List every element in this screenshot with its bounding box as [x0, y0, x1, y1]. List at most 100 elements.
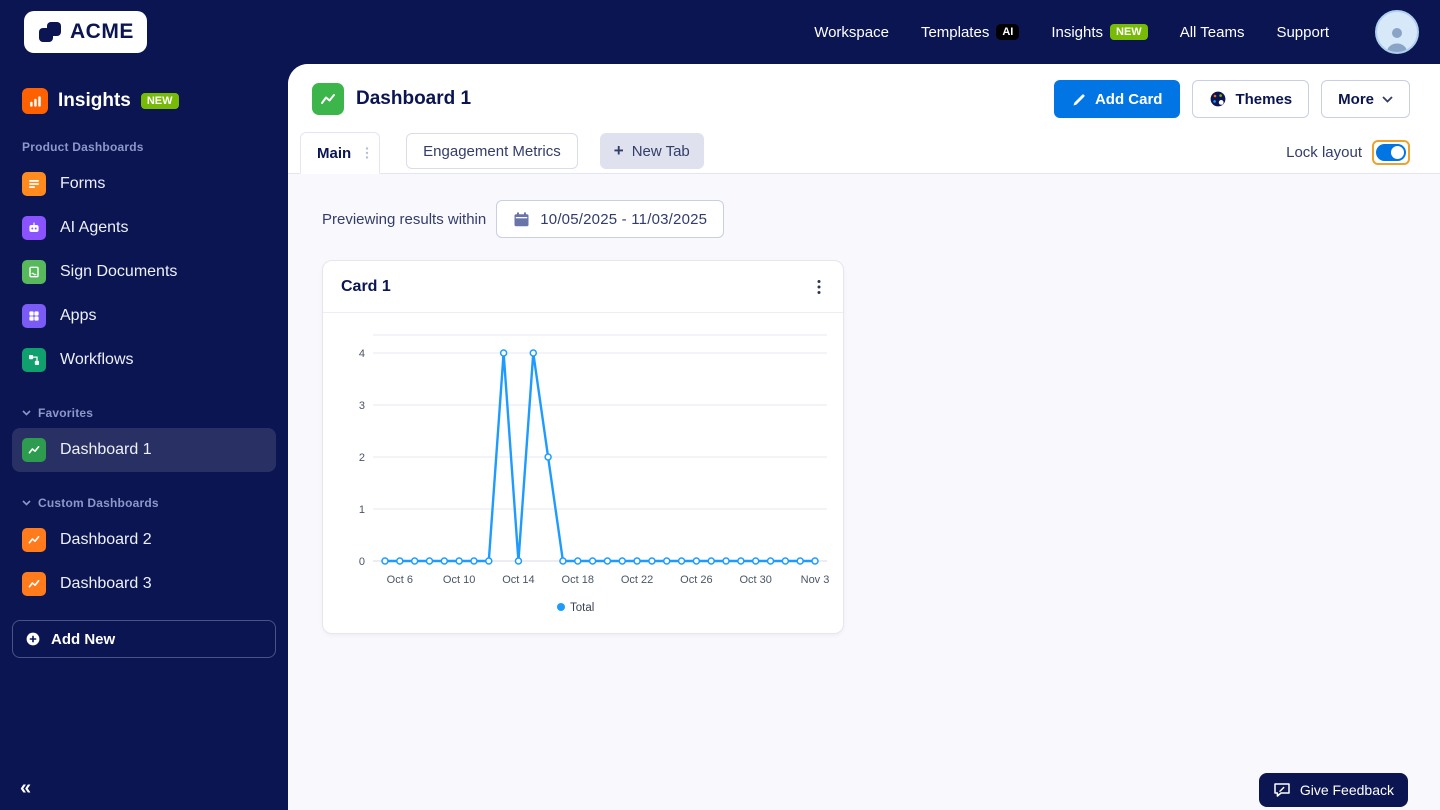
lock-layout-toggle[interactable] — [1376, 144, 1406, 161]
card-1: Card 1 0 1 2 3 4 Oct 6 Oct 10 Oct 14 Oct 18 Oct 2… — [322, 260, 844, 634]
dashboard-icon — [22, 572, 46, 596]
nav-support[interactable]: Support — [1276, 24, 1329, 41]
section-favorites[interactable]: Favorites — [12, 406, 276, 420]
lock-layout-label: Lock layout — [1286, 144, 1362, 161]
sidebar-item-apps[interactable]: Apps — [12, 294, 276, 338]
top-nav: Workspace Templates AI Insights NEW All … — [814, 10, 1419, 54]
svg-text:2: 2 — [359, 452, 365, 464]
dashboard-body: Previewing results within 10/05/2025 - 1… — [288, 174, 1440, 810]
more-button[interactable]: More — [1321, 80, 1410, 118]
drag-handle-icon[interactable] — [365, 146, 369, 160]
sidebar-item-workflows[interactable]: Workflows — [12, 338, 276, 382]
dashboard-icon — [22, 528, 46, 552]
sidebar-item-dashboard-1[interactable]: Dashboard 1 — [12, 428, 276, 472]
svg-text:1: 1 — [359, 504, 365, 516]
sidebar-item-forms[interactable]: Forms — [12, 162, 276, 206]
sign-documents-icon — [22, 260, 46, 284]
sidebar-item-label: Dashboard 3 — [60, 575, 152, 592]
acme-logo-icon — [39, 22, 61, 42]
card-title: Card 1 — [341, 277, 391, 295]
nav-workspace[interactable]: Workspace — [814, 24, 889, 41]
top-header: ACME Workspace Templates AI Insights NEW… — [0, 0, 1440, 64]
sidebar-item-label: Forms — [60, 175, 106, 192]
ai-badge: AI — [996, 24, 1020, 40]
insights-app-icon — [22, 88, 48, 114]
chevron-down-icon — [22, 500, 31, 506]
new-badge: NEW — [1110, 24, 1148, 40]
give-feedback-button[interactable]: Give Feedback — [1258, 773, 1408, 807]
date-range-picker[interactable]: 10/05/2025 - 11/03/2025 — [496, 200, 725, 238]
svg-text:0: 0 — [359, 556, 365, 568]
add-card-button[interactable]: Add Card — [1053, 80, 1181, 118]
section-custom-dashboards[interactable]: Custom Dashboards — [12, 496, 276, 510]
plus-circle-icon — [26, 632, 40, 646]
card-menu-kebab-icon[interactable] — [813, 275, 825, 299]
nav-insights[interactable]: Insights NEW — [1051, 23, 1148, 41]
tab-main-label: Main — [317, 144, 352, 162]
tab-engagement-metrics-label: Engagement Metrics — [423, 142, 561, 160]
new-tab-button[interactable]: + New Tab — [599, 133, 704, 169]
sidebar-app-header[interactable]: Insights NEW — [12, 88, 276, 114]
sidebar-item-label: Workflows — [60, 351, 134, 368]
nav-templates[interactable]: Templates AI — [920, 23, 1020, 41]
svg-text:3: 3 — [359, 400, 365, 412]
more-label: More — [1338, 90, 1374, 108]
acme-logo-text: ACME — [70, 20, 134, 43]
ai-agents-icon — [22, 216, 46, 240]
caret-down-icon — [1382, 95, 1393, 103]
add-new-label: Add New — [51, 630, 116, 648]
sidebar-app-title: Insights — [58, 90, 131, 111]
person-icon — [1387, 28, 1407, 52]
svg-text:Nov 3: Nov 3 — [801, 574, 830, 586]
workflows-icon — [22, 348, 46, 372]
nav-workspace-label: Workspace — [814, 23, 889, 41]
collapse-sidebar-icon[interactable]: « — [20, 777, 31, 800]
add-card-label: Add Card — [1094, 90, 1163, 108]
svg-text:Oct 18: Oct 18 — [562, 574, 594, 586]
tab-main[interactable]: Main — [300, 132, 381, 174]
nav-templates-label: Templates — [920, 23, 990, 41]
add-new-button[interactable]: Add New — [12, 620, 276, 658]
dashboard-title-icon — [312, 83, 344, 115]
tabs-bar: Main Engagement Metrics + New Tab Lock l… — [288, 132, 1440, 174]
themes-button[interactable]: Themes — [1192, 80, 1310, 118]
sidebar-item-ai-agents[interactable]: AI Agents — [12, 206, 276, 250]
svg-text:Total: Total — [570, 602, 594, 614]
lock-layout-control: Lock layout — [1286, 140, 1410, 165]
preview-label: Previewing results within — [322, 210, 487, 228]
svg-text:Oct 10: Oct 10 — [443, 574, 475, 586]
sidebar-item-sign-documents[interactable]: Sign Documents — [12, 250, 276, 294]
palette-icon — [1211, 91, 1226, 107]
acme-logo[interactable]: ACME — [24, 11, 147, 53]
section-favorites-label: Favorites — [38, 406, 94, 420]
apps-icon — [22, 304, 46, 328]
nav-insights-label: Insights — [1051, 23, 1104, 41]
tab-engagement-metrics[interactable]: Engagement Metrics — [406, 133, 578, 169]
avatar[interactable] — [1375, 10, 1419, 54]
sidebar-item-label: AI Agents — [60, 219, 129, 236]
svg-text:Oct 30: Oct 30 — [739, 574, 771, 586]
line-chart: 0 1 2 3 4 Oct 6 Oct 10 Oct 14 Oct 18 Oct 22 Oct 26… — [359, 334, 830, 614]
sidebar-new-badge: NEW — [140, 93, 179, 109]
sidebar: Insights NEW Product Dashboards Forms AI… — [0, 64, 288, 810]
sidebar-item-dashboard-2[interactable]: Dashboard 2 — [12, 518, 276, 562]
forms-icon — [22, 172, 46, 196]
give-feedback-label: Give Feedback — [1299, 782, 1394, 798]
page-title: Dashboard 1 — [356, 88, 472, 109]
svg-text:4: 4 — [359, 348, 365, 360]
toggle-focus-ring — [1372, 140, 1410, 165]
feedback-chat-icon — [1274, 783, 1290, 797]
pencil-icon — [1073, 93, 1085, 105]
dashboard-icon — [22, 438, 46, 462]
sidebar-item-label: Dashboard 1 — [60, 441, 152, 458]
nav-all-teams-label: All Teams — [1179, 23, 1245, 41]
svg-text:Oct 22: Oct 22 — [621, 574, 653, 586]
nav-all-teams[interactable]: All Teams — [1180, 24, 1245, 41]
toggle-knob — [1391, 146, 1404, 159]
new-tab-label: New Tab — [631, 142, 690, 160]
date-range-value: 10/05/2025 - 11/03/2025 — [540, 210, 708, 228]
section-custom-label: Custom Dashboards — [38, 496, 159, 510]
section-product-dashboards: Product Dashboards — [12, 140, 276, 154]
sidebar-item-dashboard-3[interactable]: Dashboard 3 — [12, 562, 276, 606]
section-product-label: Product Dashboards — [22, 140, 144, 154]
